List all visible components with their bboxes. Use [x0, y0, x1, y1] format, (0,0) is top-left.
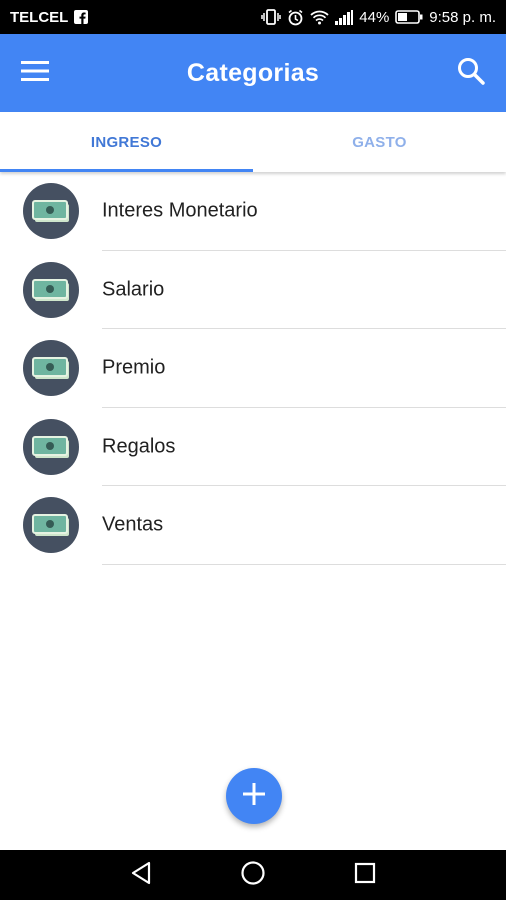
- divider: [102, 563, 506, 565]
- list-item[interactable]: Ventas: [0, 486, 506, 565]
- list-item-label: Regalos: [102, 435, 176, 458]
- battery-icon: [395, 10, 423, 24]
- recents-button[interactable]: [335, 850, 395, 900]
- facebook-icon: [74, 10, 89, 24]
- status-time: 9:58 p. m.: [429, 8, 496, 26]
- money-icon: [23, 418, 79, 475]
- list-item[interactable]: Interes Monetario: [0, 172, 506, 251]
- money-icon: [23, 183, 79, 240]
- menu-icon: [21, 60, 49, 86]
- list-item-label: Salario: [102, 278, 165, 301]
- search-button[interactable]: [436, 34, 506, 112]
- wifi-icon: [310, 10, 329, 25]
- back-button[interactable]: [111, 850, 171, 900]
- home-button[interactable]: [223, 850, 283, 900]
- back-icon: [130, 861, 152, 890]
- money-icon: [23, 497, 79, 554]
- alarm-icon: [287, 9, 304, 26]
- battery-percent: 44%: [359, 8, 390, 26]
- page-title: Categorias: [186, 58, 320, 87]
- tab-ingreso[interactable]: INGRESO: [0, 112, 253, 172]
- menu-button[interactable]: [0, 34, 70, 112]
- tab-bar: INGRESO GASTO: [0, 112, 506, 172]
- search-icon: [456, 56, 486, 91]
- recents-icon: [354, 862, 376, 889]
- status-bar: TELCEL 44% 9:58 p. m.: [0, 0, 506, 34]
- tab-gasto[interactable]: GASTO: [253, 112, 506, 172]
- navigation-bar: [0, 850, 506, 900]
- money-icon: [23, 261, 79, 318]
- carrier-label: TELCEL: [10, 8, 69, 26]
- vibrate-icon: [261, 9, 282, 25]
- list-item[interactable]: Salario: [0, 251, 506, 329]
- signal-icon: [335, 9, 354, 25]
- list-item[interactable]: Regalos: [0, 408, 506, 486]
- plus-icon: [243, 782, 265, 810]
- list-item-label: Premio: [102, 356, 166, 379]
- home-icon: [240, 860, 266, 891]
- add-category-button[interactable]: [226, 768, 282, 824]
- list-item[interactable]: Premio: [0, 329, 506, 408]
- app-bar: Categorias: [0, 34, 506, 112]
- list-item-label: Ventas: [102, 513, 164, 536]
- money-icon: [23, 340, 79, 397]
- tab-ingreso-label: INGRESO: [90, 133, 163, 151]
- tab-gasto-label: GASTO: [352, 133, 407, 151]
- list-item-label: Interes Monetario: [102, 199, 258, 222]
- category-list: Interes Monetario Salario Premio Regalos…: [0, 172, 506, 565]
